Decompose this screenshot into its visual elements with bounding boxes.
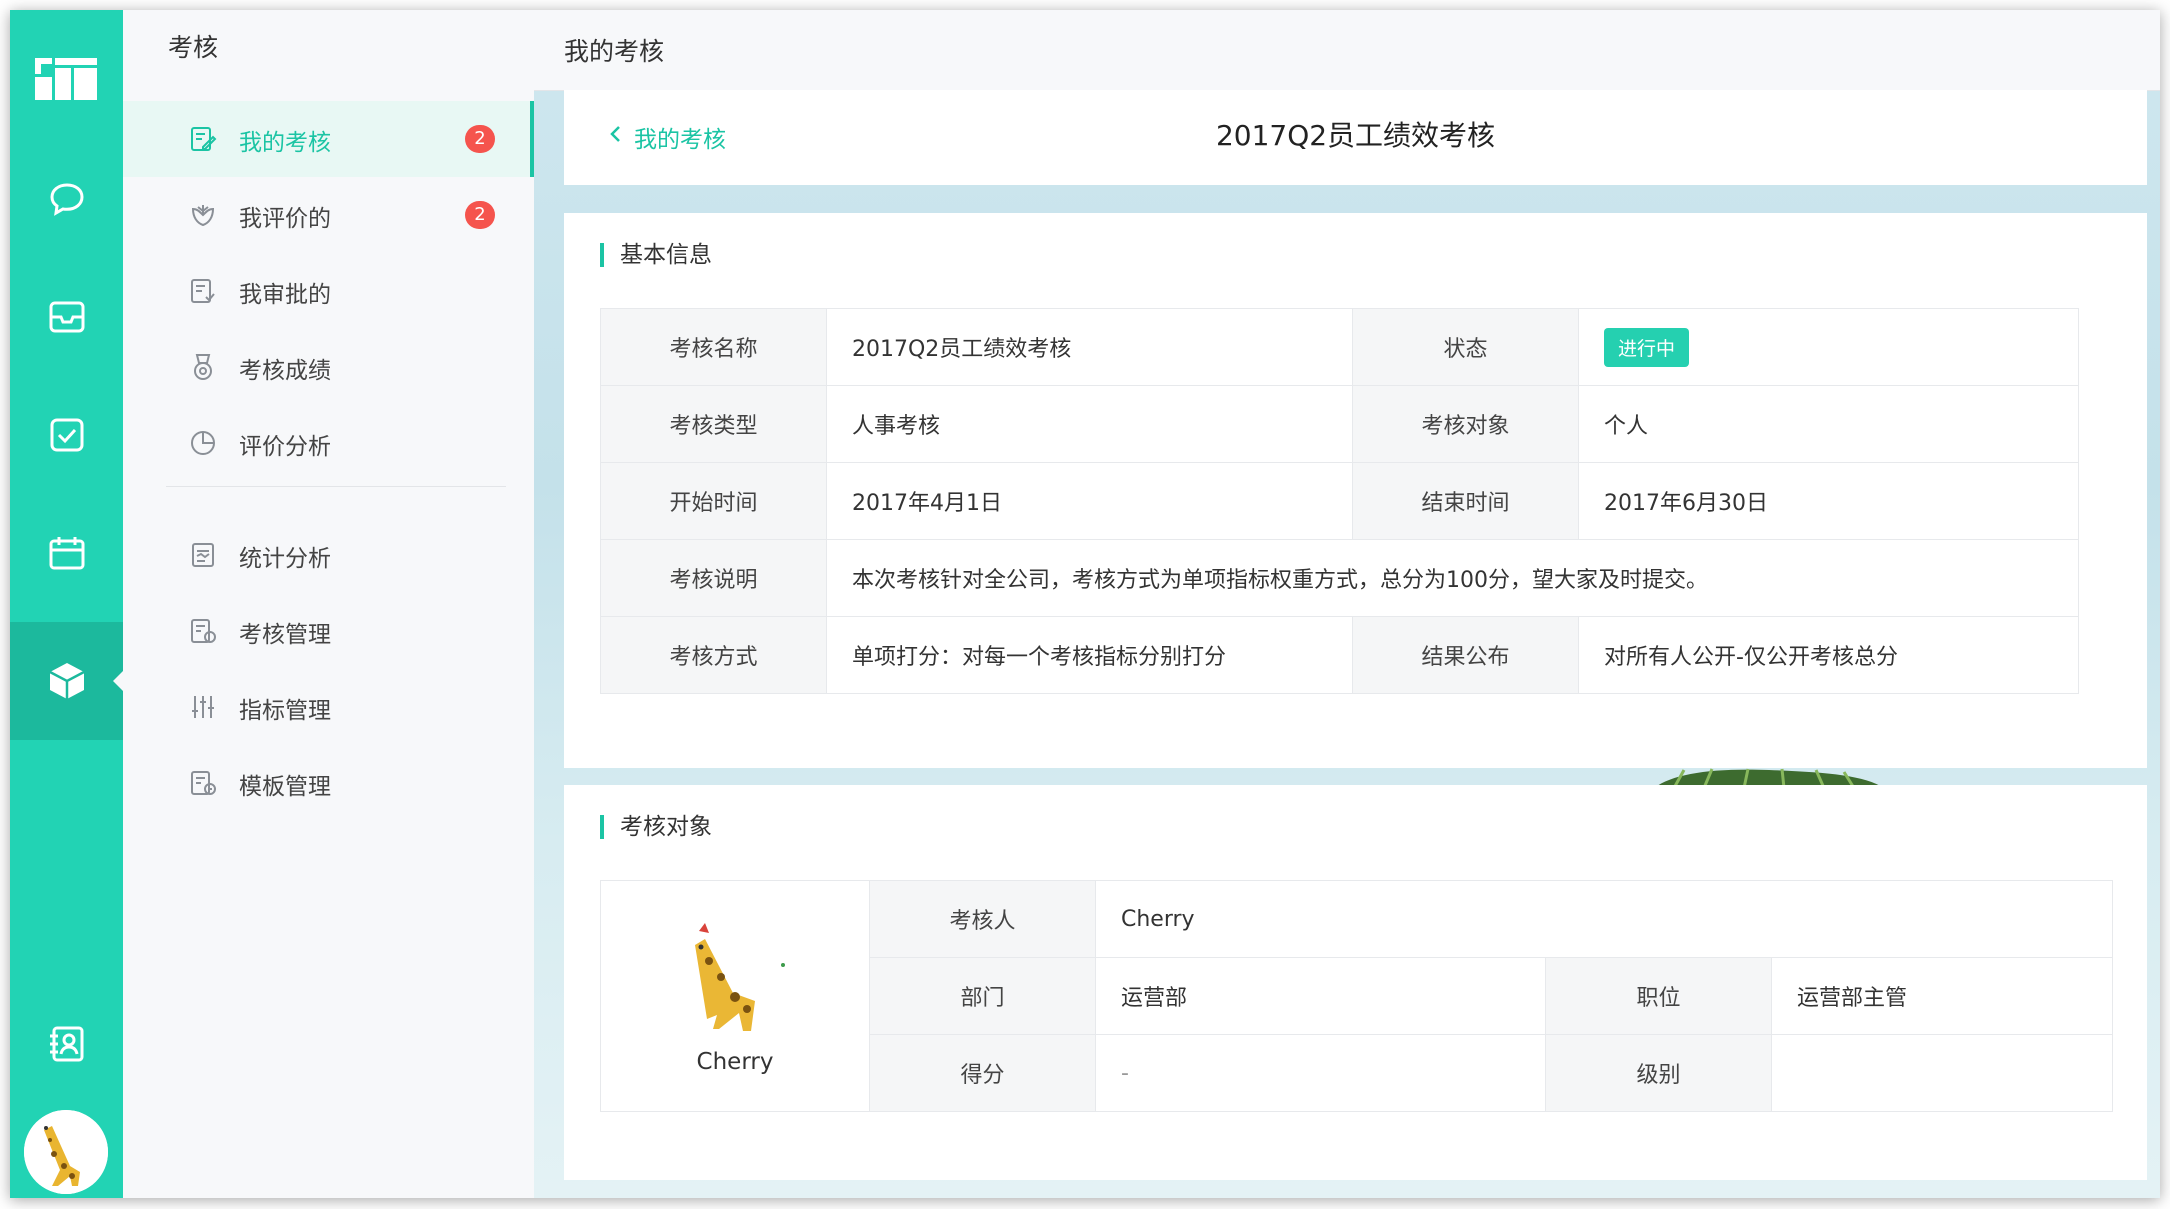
check-icon xyxy=(50,418,83,452)
table-row: Cherry 考核人 Cherry xyxy=(600,880,2113,1112)
name-value: 2017Q2员工绩效考核 xyxy=(826,308,1353,386)
target-label: 考核对象 xyxy=(1352,385,1579,463)
template-icon xyxy=(191,771,216,795)
score-label: 得分 xyxy=(869,1034,1096,1112)
section-title: 基本信息 xyxy=(600,243,712,267)
pie-icon xyxy=(191,431,215,455)
assessment-title: 2017Q2员工绩效考核 xyxy=(1215,119,1496,152)
nav-item-label: 考核管理 xyxy=(239,622,331,648)
chat-nav[interactable] xyxy=(10,140,123,258)
status-label: 状态 xyxy=(1352,308,1579,386)
method-label: 考核方式 xyxy=(600,616,827,694)
cube-icon xyxy=(48,663,85,699)
logo-icon[interactable] xyxy=(35,58,97,100)
table-row: 考核说明 本次考核针对全公司，考核方式为单项指标权重方式，总分为100分，望大家… xyxy=(600,539,2079,617)
page-title: 我的考核 xyxy=(564,37,665,66)
nav-item-label: 指标管理 xyxy=(239,698,331,724)
publish-value: 对所有人公开-仅公开考核总分 xyxy=(1578,616,2079,694)
position-value: 运营部主管 xyxy=(1771,957,2113,1035)
basic-info-table: 考核名称 2017Q2员工绩效考核 状态 进行中 考核类型 人事考核 考核对象 … xyxy=(600,308,2079,694)
status-cell: 进行中 xyxy=(1578,308,2079,386)
sliders-icon xyxy=(192,696,214,718)
dept-value: 运营部 xyxy=(1095,957,1546,1035)
nav-item-label: 统计分析 xyxy=(239,546,331,572)
icon-rail xyxy=(10,10,123,1198)
level-label: 级别 xyxy=(1545,1034,1772,1112)
inbox-icon xyxy=(49,301,84,333)
table-row: 考核方式 单项打分：对每一个考核指标分别打分 结果公布 对所有人公开-仅公开考核… xyxy=(600,616,2079,694)
nav-item-evaluation-analysis[interactable]: 评价分析 xyxy=(123,405,534,481)
task-nav[interactable] xyxy=(10,376,123,494)
report-icon xyxy=(192,543,214,567)
contacts-nav[interactable] xyxy=(10,985,123,1103)
nav-item-my-reviews[interactable]: 我评价的 2 xyxy=(123,177,534,253)
desc-value: 本次考核针对全公司，考核方式为单项指标权重方式，总分为100分，望大家及时提交。 xyxy=(826,539,2079,617)
position-label: 职位 xyxy=(1545,957,1772,1035)
nav-item-template-management[interactable]: 模板管理 xyxy=(123,745,534,821)
status-badge: 进行中 xyxy=(1604,327,1690,367)
nav-item-label: 评价分析 xyxy=(239,434,331,460)
nav-item-statistics[interactable]: 统计分析 xyxy=(123,517,534,593)
target-value: 个人 xyxy=(1578,385,2079,463)
table-row: 考核类型 人事考核 考核对象 个人 xyxy=(600,385,2079,463)
nav-item-label: 我评价的 xyxy=(239,206,331,232)
dept-label: 部门 xyxy=(869,957,1096,1035)
person-cell: Cherry xyxy=(600,880,870,1112)
assessment-sidebar: 考核 我的考核 2 我评价的 2 我审批的 考核成绩 评价分析 统计分析 考核管… xyxy=(123,10,535,1198)
app-window: 考核 我的考核 2 我评价的 2 我审批的 考核成绩 评价分析 统计分析 考核管… xyxy=(10,10,2160,1198)
score-value: - xyxy=(1095,1034,1546,1112)
nav-item-label: 模板管理 xyxy=(239,774,331,800)
flower-icon xyxy=(191,205,215,227)
target-table: Cherry 考核人 Cherry 部门 运营部 职位 运营部主管 得分 - 级… xyxy=(600,880,2113,1112)
basic-info-card: 基本信息 考核名称 2017Q2员工绩效考核 状态 进行中 考核类型 人事考核 … xyxy=(564,213,2147,768)
nav-item-label: 我的考核 xyxy=(239,130,331,156)
table-row: 开始时间 2017年4月1日 结束时间 2017年6月30日 xyxy=(600,462,2079,540)
calendar-nav[interactable] xyxy=(10,494,123,612)
name-label: 考核名称 xyxy=(600,308,827,386)
start-value: 2017年4月1日 xyxy=(826,462,1353,540)
type-value: 人事考核 xyxy=(826,385,1353,463)
approve-icon xyxy=(191,279,215,303)
inbox-nav[interactable] xyxy=(10,258,123,376)
person-value: Cherry xyxy=(1095,880,2113,958)
target-card: 考核对象 Cherry 考核人 Cherry 部门 运营部 职位 运营部主管 得… xyxy=(564,785,2147,1180)
nav-divider xyxy=(166,486,506,487)
user-avatar[interactable] xyxy=(24,1110,108,1194)
table-row: 考核名称 2017Q2员工绩效考核 状态 进行中 xyxy=(600,308,2079,386)
nav-item-my-assessment[interactable]: 我的考核 2 xyxy=(123,101,535,177)
giraffe-icon xyxy=(695,923,785,1031)
edit-icon xyxy=(191,127,217,151)
main-content: 我的考核 我的考核 2017Q2员工绩效考核 基本信息 考核名称 2017Q2员… xyxy=(534,10,2160,1198)
type-label: 考核类型 xyxy=(600,385,827,463)
count-badge: 2 xyxy=(465,201,495,229)
nav-item-label: 我审批的 xyxy=(239,282,331,308)
nav-item-label: 考核成绩 xyxy=(239,358,331,384)
nav-item-scores[interactable]: 考核成绩 xyxy=(123,329,534,405)
contacts-icon xyxy=(49,1026,83,1062)
medal-icon xyxy=(194,354,212,380)
publish-label: 结果公布 xyxy=(1352,616,1579,694)
end-label: 结束时间 xyxy=(1352,462,1579,540)
desc-label: 考核说明 xyxy=(600,539,827,617)
count-badge: 2 xyxy=(465,125,495,153)
nav-item-assessment-management[interactable]: 考核管理 xyxy=(123,593,534,669)
calendar-icon xyxy=(49,537,84,570)
header-card: 我的考核 2017Q2员工绩效考核 xyxy=(564,90,2147,185)
assessment-nav[interactable] xyxy=(10,622,123,740)
avatar-name: Cherry xyxy=(696,1049,774,1075)
giraffe-icon xyxy=(24,1110,108,1194)
section-title: 考核对象 xyxy=(600,815,712,839)
nav-item-my-approvals[interactable]: 我审批的 xyxy=(123,253,534,329)
manage-icon xyxy=(191,619,216,643)
nav-item-indicator-management[interactable]: 指标管理 xyxy=(123,669,534,745)
person-label: 考核人 xyxy=(869,880,1096,958)
sidebar-title: 考核 xyxy=(168,33,219,62)
start-label: 开始时间 xyxy=(600,462,827,540)
chat-icon xyxy=(49,183,84,216)
top-bar: 我的考核 xyxy=(534,10,2160,91)
level-value xyxy=(1771,1034,2113,1112)
end-value: 2017年6月30日 xyxy=(1578,462,2079,540)
method-value: 单项打分：对每一个考核指标分别打分 xyxy=(826,616,1353,694)
